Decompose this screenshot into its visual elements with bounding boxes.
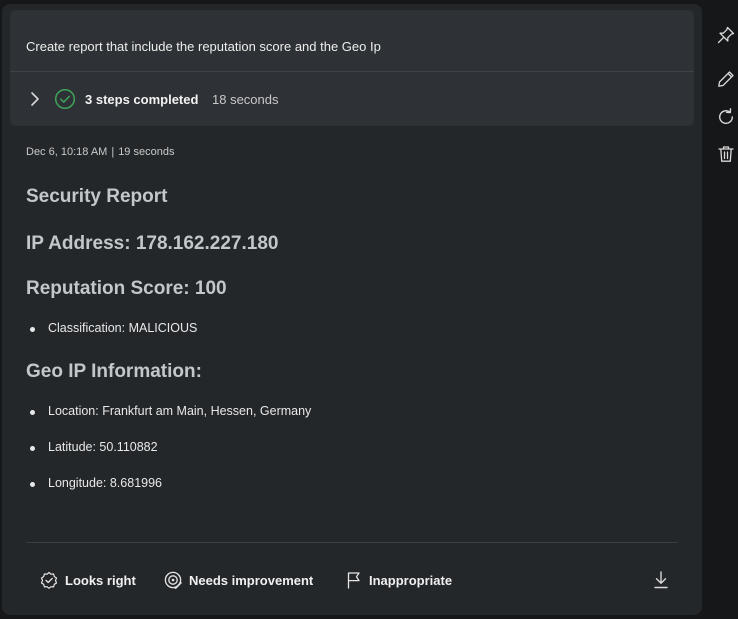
response-meta: Dec 6, 10:18 AM | 19 seconds: [26, 146, 174, 158]
looks-right-button[interactable]: Looks right: [40, 570, 136, 590]
meta-separator: |: [111, 146, 115, 158]
report-title: Security Report: [26, 186, 168, 207]
needs-improvement-button[interactable]: Needs improvement: [164, 570, 313, 590]
refresh-icon[interactable]: [716, 107, 736, 127]
reputation-score-heading: Reputation Score: 100: [26, 278, 227, 299]
trash-icon[interactable]: [716, 144, 736, 164]
response-card: Create report that include the reputatio…: [2, 4, 702, 615]
inappropriate-button[interactable]: Inappropriate: [346, 570, 452, 590]
ip-address-heading: IP Address: 178.162.227.180: [26, 233, 279, 254]
pin-icon[interactable]: [716, 25, 736, 45]
steps-summary-row[interactable]: 3 steps completed 18 seconds: [10, 72, 694, 126]
latitude-item: Latitude: 50.110882: [30, 440, 158, 454]
chevron-right-icon[interactable]: [28, 90, 42, 108]
download-icon[interactable]: [652, 570, 670, 590]
footer-divider: [26, 542, 678, 543]
check-circle-icon: [54, 88, 76, 110]
flag-icon: [347, 572, 360, 589]
location-item: Location: Frankfurt am Main, Hessen, Ger…: [29, 404, 312, 418]
steps-completed-label: 3 steps completed: [85, 92, 199, 107]
badge-check-icon: [40, 571, 58, 589]
looks-right-label: Looks right: [65, 572, 136, 588]
geo-ip-heading: Geo IP Information:: [26, 361, 202, 382]
longitude-item: Longitude: 8.681996: [30, 476, 162, 490]
classification-item: Classification: MALICIOUS: [29, 321, 198, 335]
inappropriate-label: Inappropriate: [369, 572, 453, 588]
steps-duration: 18 seconds: [212, 92, 279, 107]
prompt-text: Create report that include the reputatio…: [26, 39, 381, 54]
prompt-box: Create report that include the reputatio…: [10, 10, 694, 126]
pencil-icon[interactable]: [716, 69, 736, 89]
response-duration: 19 seconds: [118, 146, 175, 158]
needs-improvement-label: Needs improvement: [189, 572, 314, 588]
response-timestamp: Dec 6, 10:18 AM: [26, 146, 108, 158]
target-edit-icon: [164, 571, 182, 589]
